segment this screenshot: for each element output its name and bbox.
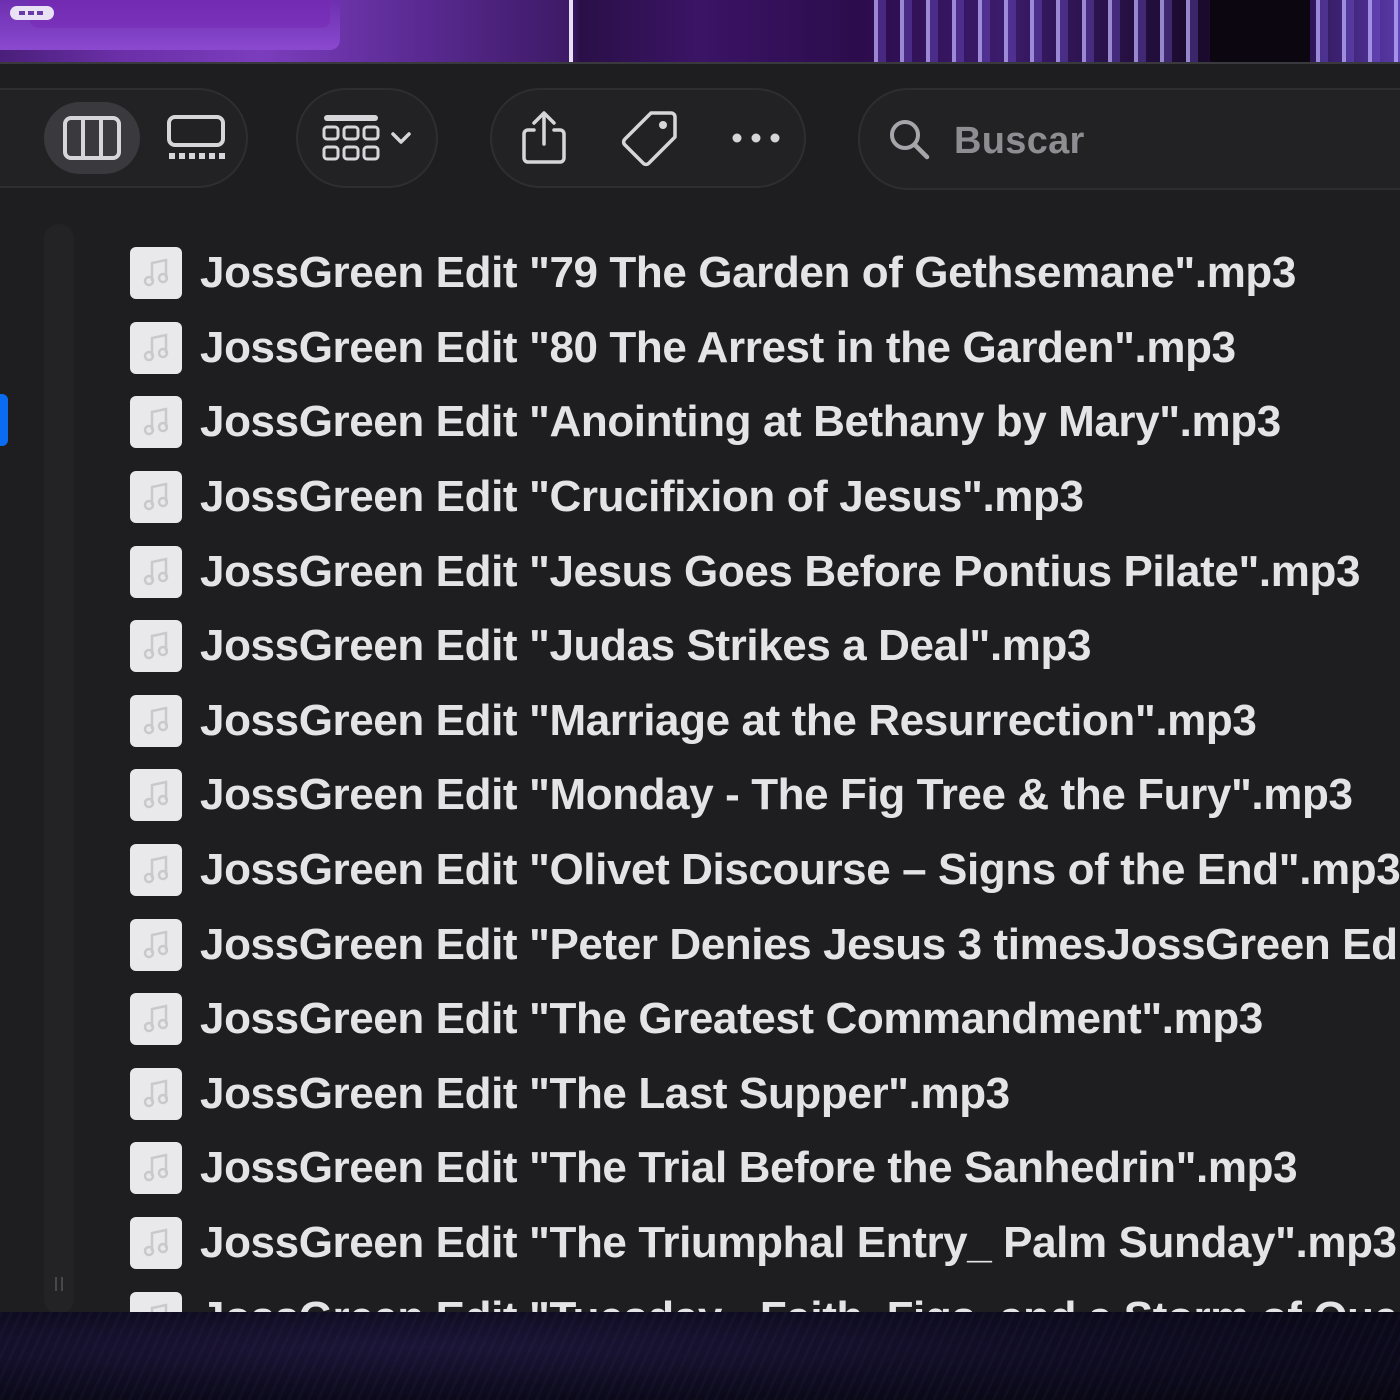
file-name: JossGreen Edit "Jesus Goes Before Pontiu… (200, 546, 1361, 596)
list-view-button[interactable] (0, 102, 12, 174)
group-icon (322, 115, 380, 161)
file-name: JossGreen Edit "Olivet Discourse – Signs… (200, 845, 1400, 895)
finder-window: Buscar JossGreen Edit "79 The Garden of … (0, 62, 1400, 1314)
audio-file-icon (130, 1217, 182, 1270)
file-row[interactable]: JossGreen Edit "Anointing at Bethany by … (130, 385, 1400, 460)
desktop-wallpaper-bottom (0, 1312, 1400, 1400)
file-list: JossGreen Edit "79 The Garden of Gethsem… (130, 236, 1400, 1314)
search-placeholder: Buscar (954, 120, 1085, 162)
action-group (490, 88, 806, 188)
file-row[interactable]: JossGreen Edit "Monday - The Fig Tree & … (130, 758, 1400, 833)
file-row[interactable]: JossGreen Edit "79 The Garden of Gethsem… (130, 236, 1400, 311)
audio-file-icon (130, 620, 182, 673)
file-name: JossGreen Edit "Anointing at Bethany by … (200, 397, 1281, 447)
more-button[interactable] (708, 102, 804, 174)
column-view-icon (63, 116, 121, 160)
gallery-view-button[interactable] (148, 102, 244, 174)
share-icon (522, 111, 566, 164)
file-row[interactable]: JossGreen Edit "The Last Supper".mp3 (130, 1057, 1400, 1132)
ellipsis-icon (732, 133, 780, 143)
tag-icon (621, 111, 677, 167)
file-row[interactable]: JossGreen Edit "The Greatest Commandment… (130, 982, 1400, 1057)
column-scrollbar[interactable] (44, 224, 74, 1314)
file-row[interactable]: JossGreen Edit "The Trial Before the San… (130, 1131, 1400, 1206)
audio-file-icon (130, 918, 182, 971)
audio-file-icon (130, 993, 182, 1046)
desktop-wallpaper (0, 0, 1400, 62)
group-by-button[interactable] (296, 88, 438, 188)
audio-file-icon (130, 545, 182, 598)
file-name: JossGreen Edit "The Last Supper".mp3 (200, 1068, 1010, 1118)
toolbar: Buscar (0, 64, 1400, 194)
audio-file-icon (130, 247, 182, 300)
audio-file-icon (130, 1142, 182, 1195)
audio-file-icon (130, 471, 182, 524)
file-name: JossGreen Edit "79 The Garden of Gethsem… (200, 248, 1296, 298)
file-row[interactable]: JossGreen Edit "The Triumphal Entry_ Pal… (130, 1206, 1400, 1281)
file-name: JossGreen Edit "Peter Denies Jesus 3 tim… (200, 919, 1398, 969)
search-icon (890, 120, 930, 160)
share-button[interactable] (496, 102, 592, 174)
file-row[interactable]: JossGreen Edit "Judas Strikes a Deal".mp… (130, 609, 1400, 684)
file-name: JossGreen Edit "Monday - The Fig Tree & … (200, 770, 1353, 820)
file-row[interactable]: JossGreen Edit "Crucifixion of Jesus".mp… (130, 460, 1400, 535)
sidebar-selected-item[interactable] (0, 394, 8, 446)
tag-button[interactable] (602, 102, 698, 174)
file-row[interactable]: JossGreen Edit "Olivet Discourse – Signs… (130, 833, 1400, 908)
file-name: JossGreen Edit "Marriage at the Resurrec… (200, 695, 1257, 745)
audio-file-icon (130, 769, 182, 822)
audio-file-icon (130, 844, 182, 897)
chevron-down-icon (391, 132, 411, 144)
gallery-view-icon (167, 115, 225, 159)
file-name: JossGreen Edit "The Triumphal Entry_ Pal… (200, 1218, 1397, 1268)
file-row[interactable]: JossGreen Edit "Tuesday - Faith, Figs, a… (130, 1280, 1400, 1314)
audio-file-icon (130, 321, 182, 374)
audio-file-icon (130, 1291, 182, 1314)
file-name: JossGreen Edit "80 The Arrest in the Gar… (200, 322, 1236, 372)
file-row[interactable]: JossGreen Edit "Peter Denies Jesus 3 tim… (130, 907, 1400, 982)
file-row[interactable]: JossGreen Edit "Jesus Goes Before Pontiu… (130, 534, 1400, 609)
file-name: JossGreen Edit "Judas Strikes a Deal".mp… (200, 621, 1092, 671)
audio-file-icon (130, 1067, 182, 1120)
audio-file-icon (130, 396, 182, 449)
audio-file-icon (130, 694, 182, 747)
file-name: JossGreen Edit "Crucifixion of Jesus".mp… (200, 472, 1084, 522)
file-name: JossGreen Edit "The Trial Before the San… (200, 1143, 1298, 1193)
window-badge (10, 6, 54, 20)
file-row[interactable]: JossGreen Edit "80 The Arrest in the Gar… (130, 311, 1400, 386)
sidebar (0, 194, 20, 1314)
file-name: JossGreen Edit "Tuesday - Faith, Figs, a… (200, 1293, 1398, 1314)
file-row[interactable]: JossGreen Edit "Marriage at the Resurrec… (130, 684, 1400, 759)
column-resize-handle[interactable] (52, 1277, 66, 1295)
view-switcher (0, 88, 248, 188)
file-name: JossGreen Edit "The Greatest Commandment… (200, 994, 1263, 1044)
search-field[interactable]: Buscar (858, 88, 1400, 190)
column-view-button[interactable] (44, 102, 140, 174)
